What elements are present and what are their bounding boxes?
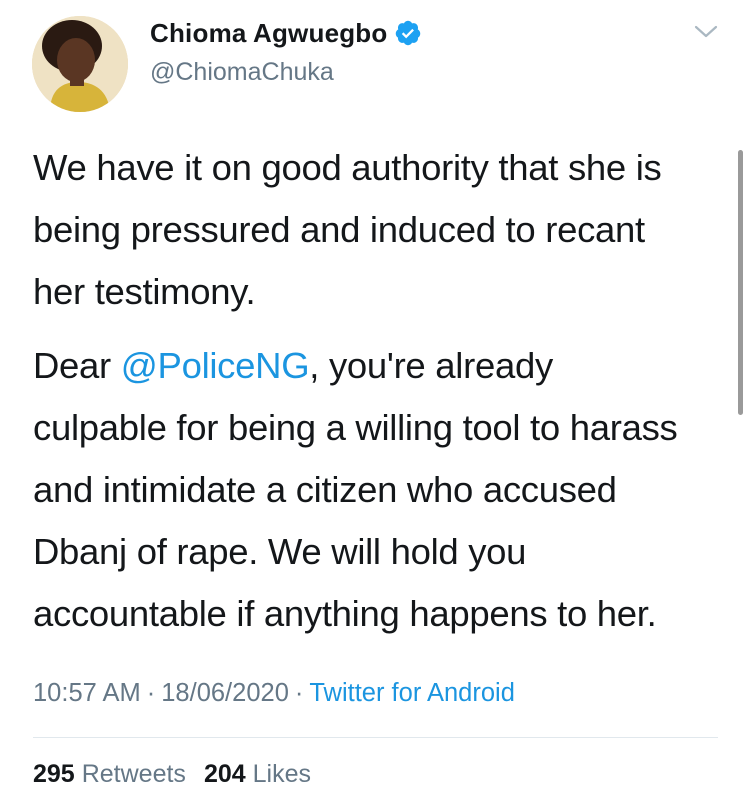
tweet-stats: 295 Retweets 204 Likes	[33, 760, 311, 789]
text-prefix: Dear	[33, 345, 121, 386]
author-block: Chioma Agwuegbo @ChiomaChuka	[150, 16, 422, 87]
name-row: Chioma Agwuegbo	[150, 16, 422, 50]
retweets-label: Retweets	[81, 760, 186, 788]
text-suffix: , you're already	[309, 345, 553, 386]
chevron-down-icon[interactable]	[693, 22, 719, 42]
likes-label: Likes	[252, 760, 312, 788]
meta-separator: ·	[146, 679, 156, 707]
tweet-text-line: accountable if anything happens to her.	[33, 593, 657, 634]
divider	[33, 737, 718, 738]
tweet-text-line: Dbanj of rape. We will hold you	[33, 531, 527, 572]
avatar-photo	[32, 16, 128, 112]
tweet-text-line: Dear @PoliceNG, you're already	[33, 335, 733, 397]
likes-count: 204	[203, 760, 246, 788]
tweet-metadata: 10:57 AM · 18/06/2020 · Twitter for Android	[33, 679, 515, 708]
tweet-text-line: We have it on good authority that she is	[33, 147, 662, 188]
likes-stat[interactable]: 204 Likes	[204, 760, 311, 788]
avatar[interactable]	[32, 16, 128, 112]
tweet-text-line: culpable for being a willing tool to har…	[33, 407, 678, 448]
tweet-text-paragraph-1: We have it on good authority that she is…	[33, 137, 733, 323]
tweet-time[interactable]: 10:57 AM	[33, 679, 141, 707]
verified-badge-icon	[394, 19, 422, 47]
tweet-text-line: her testimony.	[33, 271, 256, 312]
tweet-date[interactable]: 18/06/2020	[161, 679, 289, 707]
meta-separator: ·	[294, 679, 304, 707]
tweet-text-paragraph-2: Dear @PoliceNG, you're already culpable …	[33, 335, 733, 645]
retweets-stat[interactable]: 295 Retweets	[33, 760, 186, 788]
tweet-text-line: being pressured and induced to recant	[33, 209, 645, 250]
mention-link[interactable]: @PoliceNG	[121, 345, 310, 386]
scrollbar[interactable]	[738, 150, 743, 415]
tweet-card: Chioma Agwuegbo @ChiomaChuka We have it …	[0, 0, 750, 809]
retweets-count: 295	[33, 760, 75, 788]
handle[interactable]: @ChiomaChuka	[150, 58, 422, 87]
tweet-source-link[interactable]: Twitter for Android	[309, 679, 515, 707]
display-name[interactable]: Chioma Agwuegbo	[150, 18, 387, 49]
tweet-text-line: and intimidate a citizen who accused	[33, 469, 617, 510]
